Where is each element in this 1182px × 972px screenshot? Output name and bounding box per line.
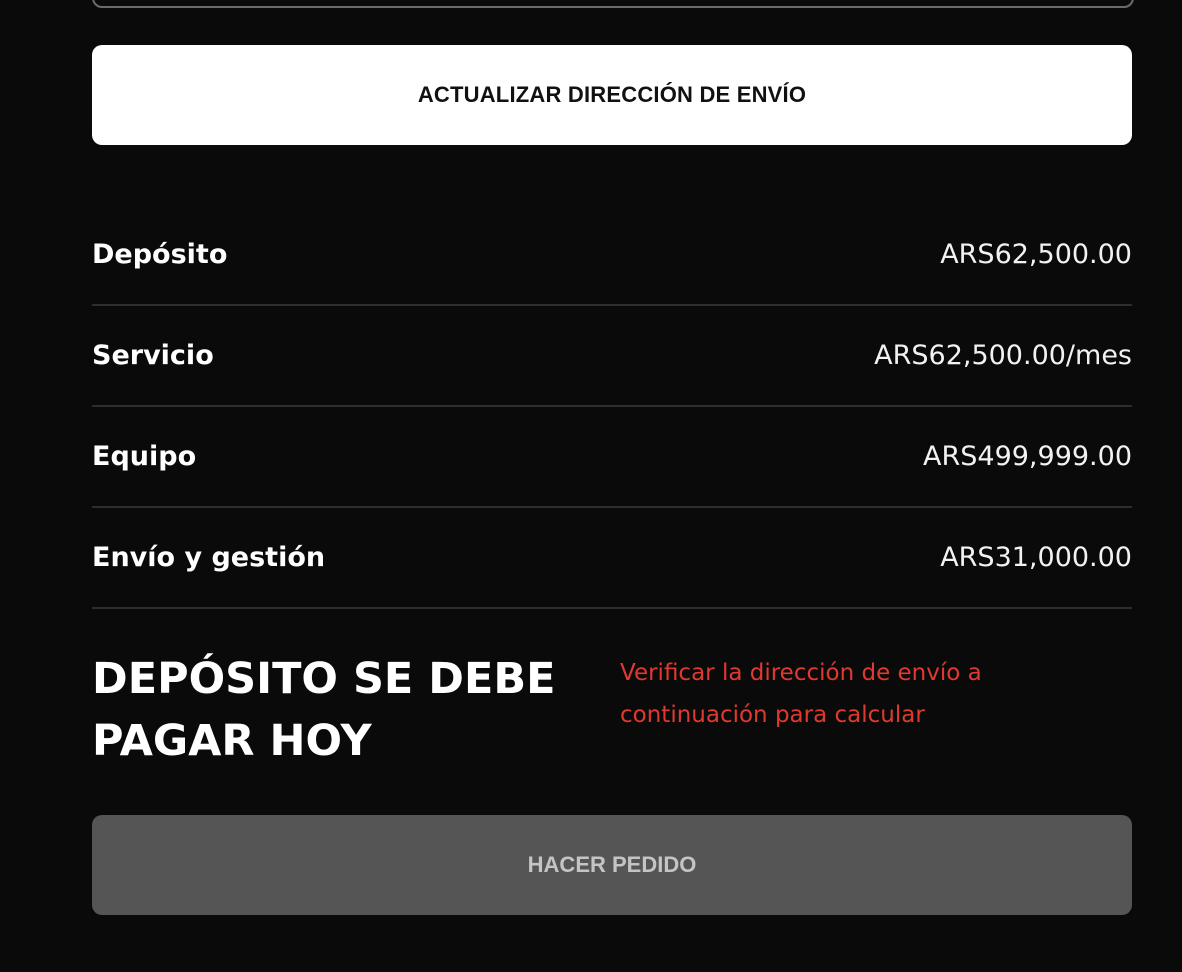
summary-row-label: Envío y gestión	[92, 542, 326, 573]
summary-row-label: Servicio	[92, 340, 214, 371]
summary-row-deposit: Depósito ARS62,500.00	[92, 205, 1132, 306]
summary-row-value: ARS499,999.00	[923, 441, 1132, 472]
checkout-summary-page: ACTUALIZAR DIRECCIÓN DE ENVÍO Depósito A…	[0, 0, 1182, 972]
summary-row-value: ARS62,500.00	[940, 239, 1132, 270]
summary-row-label: Depósito	[92, 239, 228, 270]
update-shipping-address-button[interactable]: ACTUALIZAR DIRECCIÓN DE ENVÍO	[92, 45, 1132, 145]
place-order-button[interactable]: HACER PEDIDO	[92, 815, 1132, 915]
summary-row-shipping: Envío y gestión ARS31,000.00	[92, 508, 1132, 609]
due-today-title: DEPÓSITO SE DEBE PAGAR HOY	[92, 654, 556, 766]
due-today-warning: Verificar la dirección de envío a contin…	[620, 660, 982, 728]
summary-row-equipment: Equipo ARS499,999.00	[92, 407, 1132, 508]
summary-row-label: Equipo	[92, 441, 197, 472]
summary-row-value: ARS31,000.00	[940, 542, 1132, 573]
address-field-edge[interactable]	[92, 0, 1134, 8]
summary-row-service: Servicio ARS62,500.00/mes	[92, 306, 1132, 407]
summary-row-value: ARS62,500.00/mes	[874, 340, 1132, 371]
price-summary: Depósito ARS62,500.00 Servicio ARS62,500…	[92, 205, 1132, 609]
